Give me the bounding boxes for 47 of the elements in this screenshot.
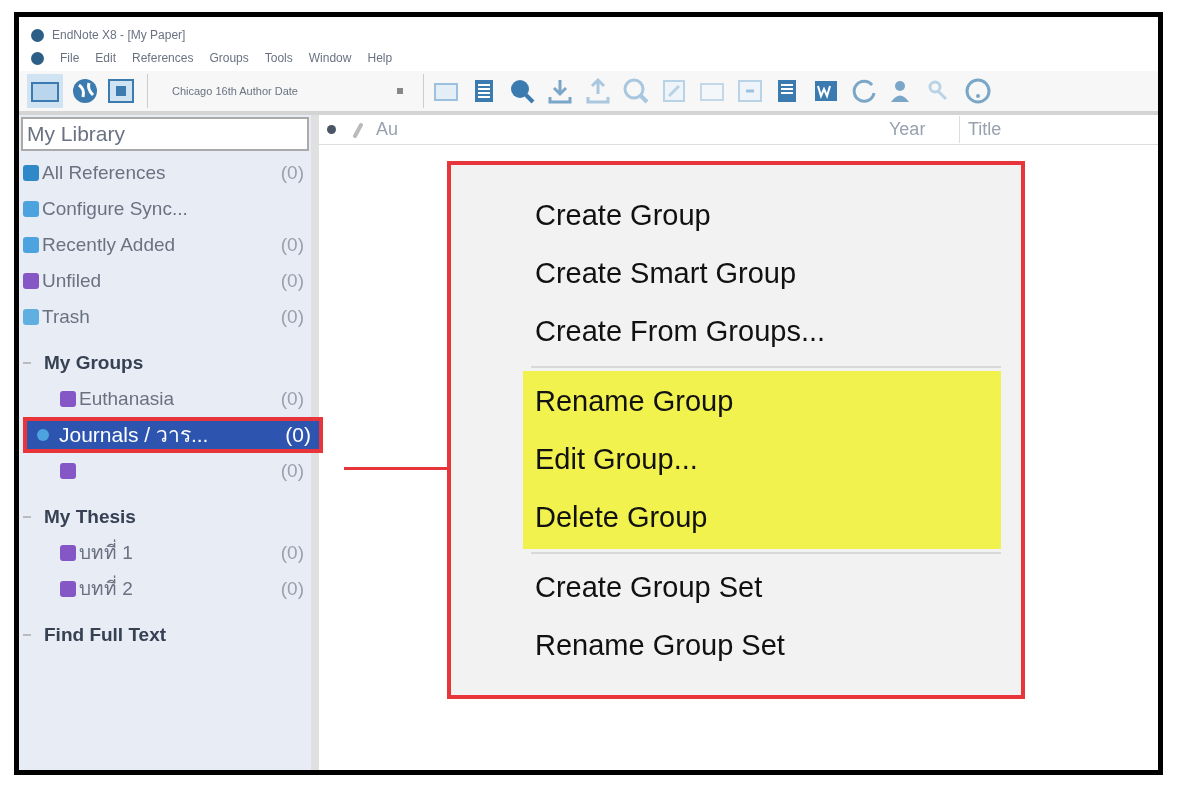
app-logo-icon[interactable] — [31, 51, 44, 65]
window-title: EndNote X8 - [My Paper] — [52, 27, 186, 44]
menu-item[interactable]: Create Group — [535, 187, 1001, 245]
menu-item[interactable]: Groups — [209, 49, 249, 67]
group-set-heading[interactable]: My Groups — [44, 348, 144, 378]
sidebar-item[interactable]: Recently Added (0) — [19, 227, 311, 263]
app-logo-icon — [31, 28, 44, 42]
column-header[interactable]: Title — [959, 116, 1002, 143]
group-icon — [22, 236, 40, 254]
sidebar-item[interactable]: บทที่ 1 (0) — [19, 535, 311, 571]
group-set-heading[interactable]: Find Full Text — [44, 620, 167, 650]
menu-item[interactable]: References — [132, 49, 194, 67]
menu-item[interactable]: Help — [367, 49, 393, 67]
style-name: Chicago 16th Author Date — [172, 83, 298, 99]
menu-item[interactable]: Create From Groups... — [535, 303, 1001, 361]
search-icon[interactable] — [508, 77, 536, 105]
sidebar-item[interactable]: Euthanasia (0) — [19, 381, 311, 417]
menu-item[interactable]: Create Smart Group — [535, 245, 1001, 303]
group-icon — [22, 308, 40, 326]
sidebar-item[interactable]: Configure Sync... — [19, 191, 311, 227]
menu-item[interactable]: Rename Group Set — [535, 617, 1001, 675]
sidebar-item[interactable]: บทที่ 2 (0) — [19, 571, 311, 607]
menu-item[interactable]: Tools — [264, 49, 293, 67]
menu-item[interactable]: Create Group Set — [535, 559, 1001, 617]
group-icon — [59, 390, 77, 408]
edit-icon[interactable] — [660, 77, 688, 105]
column-header[interactable]: Au — [376, 116, 399, 143]
sidebar-item[interactable]: Unfiled (0) — [19, 263, 311, 299]
menu-item[interactable]: Edit — [95, 49, 117, 67]
style-dropdown[interactable]: Chicago 16th Author Date — [160, 76, 415, 106]
download-icon[interactable] — [546, 77, 574, 105]
sidebar-item[interactable]: Journals / วาร... (0) — [23, 417, 323, 453]
upload-icon[interactable] — [584, 77, 612, 105]
column-header[interactable]: Year — [889, 116, 926, 143]
group-icon — [59, 580, 77, 598]
group-set-heading[interactable]: My Thesis — [44, 502, 136, 532]
menu-item[interactable]: Window — [308, 49, 352, 67]
group-icon — [22, 200, 40, 218]
sync-icon[interactable] — [850, 77, 878, 105]
menu-item[interactable]: File — [60, 49, 80, 67]
group-icon — [59, 544, 77, 562]
library-header: My Library — [21, 117, 309, 151]
group-icon — [59, 462, 77, 480]
group-icon — [22, 272, 40, 290]
sidebar-item[interactable]: All References (0) — [19, 155, 311, 191]
sidebar-item[interactable]: Trash (0) — [19, 299, 311, 335]
group-icon — [22, 164, 40, 182]
